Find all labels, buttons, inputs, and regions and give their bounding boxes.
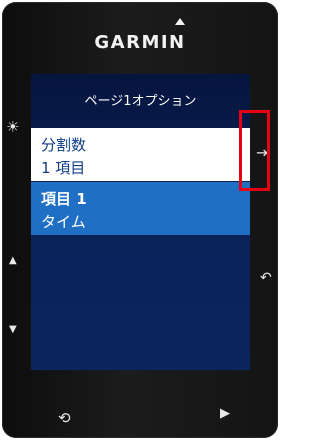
menu-item-label: 分割数	[41, 136, 87, 154]
brightness-button[interactable]: ☀	[6, 118, 19, 136]
page-title: ページ1オプション	[84, 94, 197, 109]
menu-item-fields-count[interactable]: 分割数 1 項目	[31, 128, 250, 181]
menu-item-field-1[interactable]: 項目 1 タイム	[31, 182, 250, 235]
up-button[interactable]: ▲	[9, 255, 17, 266]
enter-button-highlight-box	[239, 110, 270, 191]
play-pause-icon: ▶	[220, 406, 230, 421]
lap-button[interactable]: ⟲	[58, 409, 71, 427]
start-stop-button[interactable]: ▶	[220, 406, 230, 421]
photo-background: GARMIN ☀ ▲ ▼ ⇥ ↶ ⟲ ▶ ページ1オプション 分割数 1 項目	[0, 0, 280, 440]
gps-device: GARMIN ☀ ▲ ▼ ⇥ ↶ ⟲ ▶ ページ1オプション 分割数 1 項目	[2, 2, 278, 438]
device-screen: ページ1オプション 分割数 1 項目 項目 1 タイム	[31, 74, 250, 370]
brand-triangle-icon	[175, 18, 185, 25]
brand-logo: GARMIN	[94, 32, 186, 53]
down-button[interactable]: ▼	[9, 324, 17, 335]
menu-item-label: 項目 1	[41, 190, 87, 208]
down-arrow-icon: ▼	[9, 324, 17, 335]
back-button[interactable]: ↶	[260, 270, 272, 286]
up-arrow-icon: ▲	[9, 255, 17, 266]
back-arrow-icon: ↶	[260, 270, 272, 286]
menu-item-value: 1 項目	[41, 159, 86, 177]
lap-icon: ⟲	[58, 409, 71, 427]
sun-icon: ☀	[6, 118, 20, 136]
menu-item-value: タイム	[41, 213, 86, 231]
